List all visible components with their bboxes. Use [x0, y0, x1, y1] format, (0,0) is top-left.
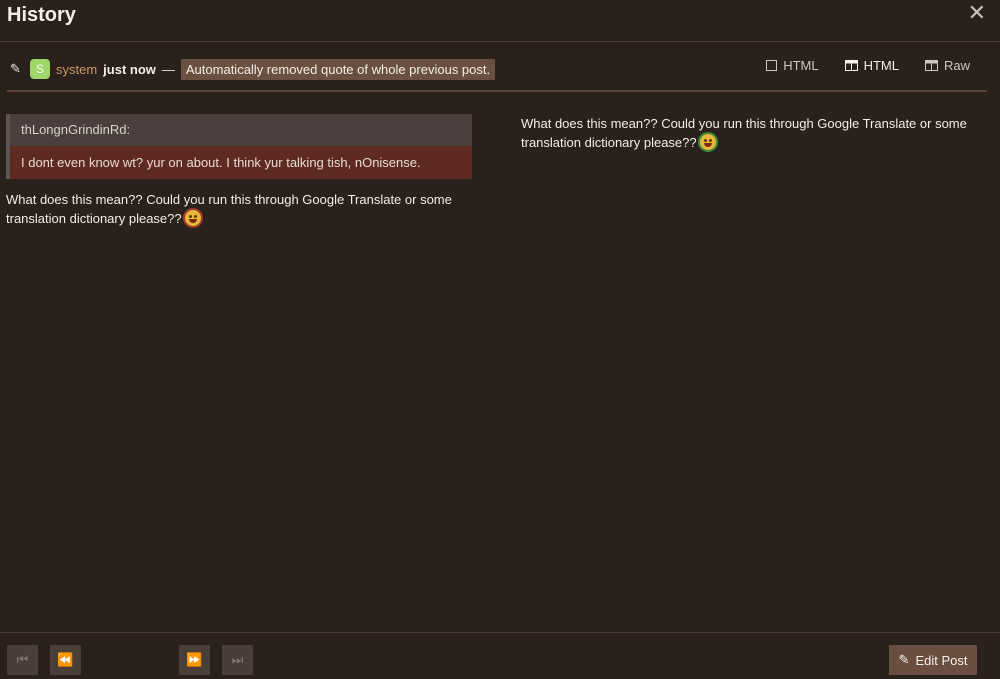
next-revision-icon[interactable]: ⏩: [179, 645, 210, 675]
edit-post-label: Edit Post: [915, 652, 968, 668]
first-revision-icon[interactable]: ⏮: [7, 645, 38, 675]
view-mode-tabs: HTML HTML Raw: [766, 58, 970, 73]
close-icon[interactable]: ✕: [968, 0, 986, 26]
post-text-body: What does this mean?? Could you run this…: [521, 116, 967, 150]
post-text: What does this mean?? Could you run this…: [6, 190, 472, 228]
square-icon: [766, 60, 778, 71]
modal-title: History: [7, 4, 76, 26]
smiley-emoji-icon: [700, 134, 717, 150]
divider: [0, 632, 1000, 633]
post-text-body: What does this mean?? Could you run this…: [6, 192, 452, 226]
divider: [7, 90, 987, 92]
pencil-icon: ✎: [898, 652, 910, 667]
revision-time: just now: [103, 61, 156, 77]
post-text: What does this mean?? Could you run this…: [521, 114, 981, 152]
quote-author: thLongnGrindinRd:: [21, 122, 131, 137]
quote-block: thLongnGrindinRd: I dont even know wt? y…: [6, 114, 472, 179]
divider: [0, 41, 1000, 42]
previous-revision-icon[interactable]: ⏪: [50, 645, 81, 675]
separator-dash: —: [161, 61, 175, 77]
tab-label: Raw: [943, 58, 970, 73]
revision-username[interactable]: system: [56, 62, 97, 77]
tab-label: HTML: [863, 58, 899, 73]
current-revision-pane: What does this mean?? Could you run this…: [521, 114, 981, 152]
quote-text: I dont even know wt? yur on about. I thi…: [10, 146, 472, 179]
previous-revision-pane: thLongnGrindinRd: I dont even know wt? y…: [6, 114, 472, 228]
edit-post-button[interactable]: ✎ Edit Post: [889, 645, 977, 675]
last-revision-icon[interactable]: ⏭: [222, 645, 253, 675]
edit-reason: Automatically removed quote of whole pre…: [180, 58, 496, 80]
tab-inline-html[interactable]: HTML: [766, 58, 819, 73]
side-by-side-icon: [844, 60, 858, 71]
avatar[interactable]: S: [30, 59, 50, 79]
side-by-side-markdown-icon: [924, 60, 938, 71]
pencil-icon: ✎: [10, 61, 21, 76]
tab-raw[interactable]: Raw: [924, 58, 970, 73]
tab-side-by-side-html[interactable]: HTML: [844, 58, 899, 73]
revision-details: ✎ S system just now — Automatically remo…: [10, 58, 496, 80]
tab-label: HTML: [783, 58, 819, 73]
smiley-emoji-icon: [185, 210, 202, 226]
